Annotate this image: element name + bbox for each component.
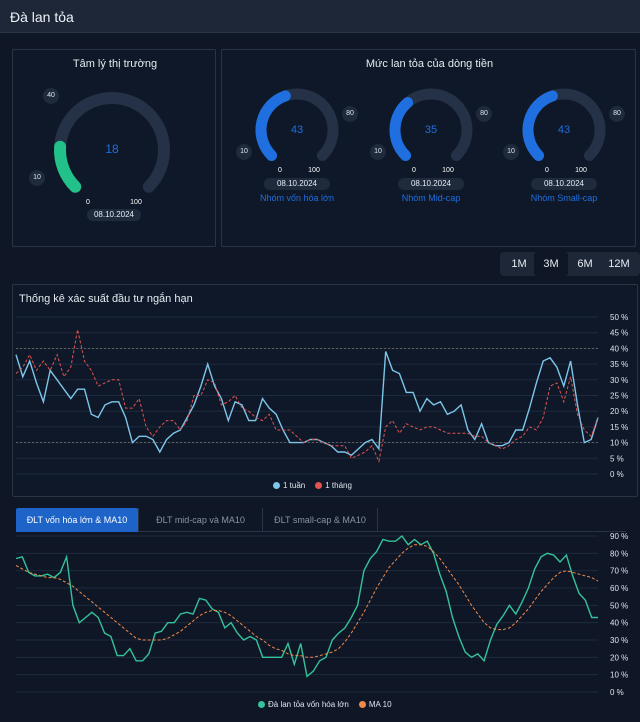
y-tick-label: 50 % — [610, 601, 628, 610]
ma-legend: Đà lan tỏa vốn hóa lớn MA 10 — [258, 700, 392, 709]
y-tick-label: 30 % — [610, 636, 628, 645]
legend-dot-large-cap — [258, 701, 265, 708]
flow-gauge-date: 08.10.2024 — [264, 178, 330, 190]
series-line-0 — [15, 534, 598, 678]
sentiment-min: 0 — [86, 199, 90, 206]
y-tick-label: 90 % — [610, 532, 628, 541]
y-tick-label: 70 % — [610, 567, 628, 576]
range-12m-button[interactable]: 12M — [602, 252, 636, 276]
legend-label-ma10: MA 10 — [368, 700, 392, 709]
flow-gauge-value: 43 — [558, 124, 570, 136]
legend-dot-1-month — [315, 482, 323, 489]
tab-small-cap[interactable]: ĐLT small-cap & MA10 — [262, 508, 378, 532]
y-tick-label: 35 % — [610, 360, 628, 369]
legend-1-month: 1 tháng — [315, 481, 352, 490]
legend-label-large-cap: Đà lan tỏa vốn hóa lớn — [268, 700, 349, 709]
legend-1-week: 1 tuần — [273, 481, 305, 490]
range-3m-button[interactable]: 3M — [534, 252, 568, 276]
sentiment-value: 18 — [105, 142, 119, 156]
y-tick-label: 20 % — [610, 407, 628, 416]
ma-chart: 90 % 80 % 70 % 60 % 50 % 40 % 30 % 20 % 10 % 0 % — [15, 532, 628, 697]
sentiment-low-mark: 10 — [29, 170, 45, 186]
y-tick-label: 20 % — [610, 653, 628, 662]
y-tick-label: 15 % — [610, 423, 628, 432]
flow-gauge-min: 0 — [545, 167, 549, 174]
y-tick-label: 60 % — [610, 584, 628, 593]
flow-gauge-date: 08.10.2024 — [531, 178, 597, 190]
flow-title: Mức lan tỏa của dòng tiền — [365, 58, 494, 70]
flow-gauge-label: Nhóm Mid-cap — [401, 193, 461, 203]
flow-gauge-min: 0 — [412, 167, 416, 174]
y-tick-label: 10 % — [610, 439, 628, 448]
flow-gauge-low-mark: 10 — [503, 144, 519, 160]
y-tick-label: 45 % — [610, 329, 628, 338]
y-tick-label: 40 % — [610, 344, 628, 353]
flow-gauge-max: 100 — [442, 167, 454, 174]
legend-dot-1-week — [273, 482, 280, 489]
flow-gauge-fill — [522, 90, 558, 161]
y-tick-label: 80 % — [610, 549, 628, 558]
y-tick-label: 5 % — [610, 454, 624, 463]
flow-gauge-max: 100 — [575, 167, 587, 174]
flow-gauge-high-mark: 80 — [476, 106, 492, 122]
page-title: Đà lan tỏa — [10, 9, 74, 25]
flow-gauge-value: 35 — [425, 124, 437, 136]
flow-panel: Mức lan tỏa của dòng tiền 43 0 100 35 0 100 43… — [221, 49, 636, 247]
y-tick-label: 25 % — [610, 392, 628, 401]
flow-gauge-low-mark: 10 — [370, 144, 386, 160]
y-tick-label: 30 % — [610, 376, 628, 385]
y-tick-label: 40 % — [610, 619, 628, 628]
sentiment-date: 08.10.2024 — [87, 209, 141, 221]
sentiment-high-mark: 40 — [43, 88, 59, 104]
flow-gauge-high-mark: 80 — [609, 106, 625, 122]
series-line-0 — [15, 351, 599, 457]
legend-dot-ma10 — [358, 701, 366, 708]
flow-gauge-date: 08.10.2024 — [398, 178, 464, 190]
sentiment-max: 100 — [130, 199, 142, 206]
legend-label-1-week: 1 tuần — [283, 481, 306, 490]
time-range-selector: 1M 3M 6M 12M — [500, 252, 640, 276]
flow-gauge-value: 43 — [291, 124, 303, 136]
flow-gauge-min: 0 — [278, 167, 282, 174]
probability-chart: 50 % 45 % 40 % 35 % 30 % 25 % 20 % 15 % 10 % 5 % 0… — [15, 313, 628, 479]
sentiment-title: Tâm lý thị trường — [72, 58, 158, 70]
section-header: Đà lan tỏa — [0, 0, 640, 33]
flow-gauge-low-mark: 10 — [236, 144, 252, 160]
tab-large-cap[interactable]: ĐLT vốn hóa lớn & MA10 — [16, 508, 138, 532]
ma-tabs: ĐLT vốn hóa lớn & MA10 ĐLT mid-cap và MA… — [16, 508, 626, 532]
flow-gauge-label: Nhóm vốn hóa lớn — [260, 193, 334, 203]
legend-ma10: MA 10 — [358, 700, 392, 709]
flow-gauge-fill — [389, 97, 414, 161]
flow-gauge-fill — [255, 90, 291, 161]
y-tick-label: 0 % — [610, 470, 624, 479]
flow-gauges: 43 0 100 35 0 100 43 0 100 — [255, 88, 606, 174]
tab-mid-cap[interactable]: ĐLT mid-cap và MA10 — [138, 508, 262, 532]
legend-label-1-month: 1 tháng — [325, 481, 352, 490]
probability-legend: 1 tuần 1 tháng — [273, 481, 352, 490]
legend-large-cap: Đà lan tỏa vốn hóa lớn — [258, 700, 349, 709]
sentiment-panel: Tâm lý thị trường 18 0 100 10 40 08.10.2… — [12, 49, 216, 247]
range-1m-button[interactable]: 1M — [502, 252, 536, 276]
flow-gauge-high-mark: 80 — [342, 106, 358, 122]
range-6m-button[interactable]: 6M — [568, 252, 602, 276]
flow-gauge-max: 100 — [308, 167, 320, 174]
y-tick-label: 0 % — [610, 688, 624, 697]
y-tick-label: 10 % — [610, 671, 628, 680]
y-tick-label: 50 % — [610, 313, 628, 322]
flow-gauge-label: Nhóm Small-cap — [530, 193, 598, 203]
